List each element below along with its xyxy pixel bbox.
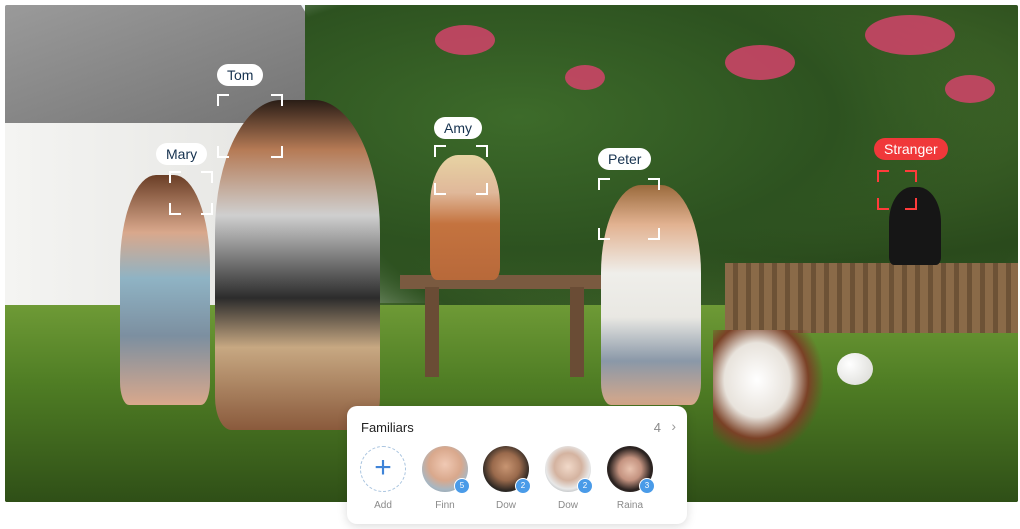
familiar-item-raina[interactable]: 3 Raina bbox=[602, 446, 658, 511]
member-label: Finn bbox=[435, 500, 455, 511]
avatar[interactable]: 2 bbox=[545, 446, 593, 494]
familiar-item-finn[interactable]: 5 Finn bbox=[417, 446, 473, 511]
face-tag-stranger[interactable]: Stranger bbox=[874, 138, 948, 160]
plus-icon[interactable]: + bbox=[360, 446, 406, 492]
avatar[interactable]: 3 bbox=[607, 446, 655, 494]
count-badge: 5 bbox=[454, 478, 470, 494]
count-badge: 2 bbox=[577, 478, 593, 494]
blossom bbox=[865, 15, 955, 55]
face-box-tom bbox=[217, 94, 283, 158]
member-label: Raina bbox=[616, 500, 644, 511]
member-label: Dow bbox=[495, 500, 516, 511]
garden-ball bbox=[837, 353, 873, 385]
count-badge: 2 bbox=[515, 478, 531, 494]
avatar[interactable]: 2 bbox=[483, 446, 531, 494]
member-label: Dow bbox=[557, 500, 578, 511]
familiar-item-dow-2[interactable]: 2 Dow bbox=[540, 446, 596, 511]
table-leg bbox=[425, 287, 439, 377]
face-box-mary bbox=[169, 171, 213, 215]
familiars-count[interactable]: 4 bbox=[654, 420, 661, 435]
familiars-title: Familiars bbox=[361, 420, 414, 435]
count-badge: 3 bbox=[639, 478, 655, 494]
face-box-stranger bbox=[877, 170, 917, 210]
face-tag-mary[interactable]: Mary bbox=[156, 143, 208, 165]
familiars-panel: Familiars 4 › + Add 5 Finn 2 Dow 2 Dow 3… bbox=[347, 406, 687, 524]
face-box-peter bbox=[598, 178, 660, 240]
blossom bbox=[435, 25, 495, 55]
avatar[interactable]: 5 bbox=[422, 446, 470, 494]
familiar-item-dow[interactable]: 2 Dow bbox=[478, 446, 534, 511]
add-familiar-button[interactable]: + Add bbox=[355, 446, 411, 511]
blossom bbox=[945, 75, 995, 103]
face-tag-tom[interactable]: Tom bbox=[217, 64, 264, 86]
blossom bbox=[565, 65, 605, 90]
member-label: Add bbox=[374, 500, 392, 511]
face-box-amy bbox=[434, 145, 488, 195]
table-leg bbox=[570, 287, 584, 377]
wooden-fence bbox=[725, 263, 1018, 333]
face-tag-amy[interactable]: Amy bbox=[434, 117, 482, 139]
blossom bbox=[725, 45, 795, 80]
chevron-right-icon[interactable]: › bbox=[671, 418, 676, 434]
dog bbox=[713, 330, 823, 455]
face-tag-peter[interactable]: Peter bbox=[598, 148, 652, 170]
